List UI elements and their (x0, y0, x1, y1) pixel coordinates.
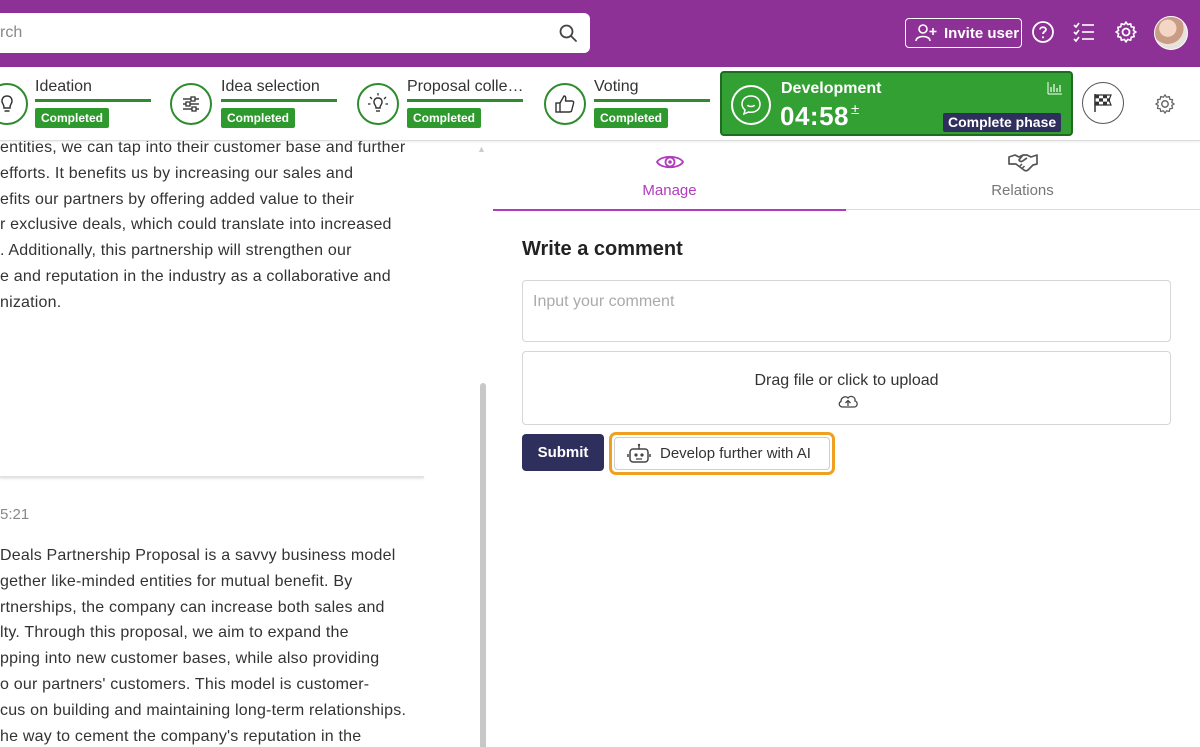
cloud-upload-icon (838, 395, 858, 408)
text-line: o our partners' customers. This model is… (0, 676, 370, 693)
complete-phase-button[interactable]: Complete phase (943, 113, 1062, 132)
text-line: he way to cement the company's reputatio… (0, 727, 362, 745)
status-badge: Completed (594, 108, 669, 128)
lightbulb-icon (357, 83, 399, 125)
stage-name: Ideation (35, 78, 92, 95)
phase-timer: 04:58 (780, 101, 849, 131)
active-phase-card[interactable]: Development 04:58 ± Complete phase (720, 71, 1073, 136)
text-line: gether like-minded entities for mutual b… (0, 572, 353, 590)
text-line: lty. Through this proposal, we aim to ex… (0, 624, 349, 642)
avatar[interactable] (1154, 16, 1188, 50)
stage-name: Voting (594, 78, 639, 95)
robot-icon (627, 443, 651, 463)
tab-label: Relations (991, 182, 1054, 199)
submit-button[interactable]: Submit (522, 434, 604, 471)
text-line: . Additionally, this partnership will st… (0, 242, 352, 260)
file-upload-dropzone[interactable]: Drag file or click to upload (522, 351, 1171, 425)
stage-progress-line (35, 99, 151, 102)
checklist-icon[interactable] (1072, 20, 1096, 44)
scroll-up-arrow[interactable]: ▲ (477, 144, 487, 154)
handshake-icon (1007, 154, 1038, 172)
stage-voting[interactable]: Voting Completed (544, 67, 714, 141)
tab-relations[interactable]: Relations (846, 141, 1199, 210)
chat-smile-icon (731, 85, 771, 125)
text-line: rtnerships, the company can increase bot… (0, 598, 385, 616)
search-input[interactable] (0, 13, 540, 53)
checkered-flag-icon (1094, 94, 1112, 112)
proposal-text-pane: entities, we can tap into their customer… (0, 141, 492, 747)
stage-progress-line (407, 99, 523, 102)
bulb-icon (0, 83, 28, 125)
text-line: cus on building and maintaining long-ter… (0, 701, 407, 719)
text-line: efits our partners by offering added val… (0, 190, 355, 208)
comment-input-box[interactable] (522, 280, 1171, 342)
top-bar: Invite user (0, 0, 1200, 67)
scrollbar-thumb[interactable] (480, 383, 486, 747)
text-line: r exclusive deals, which could translate… (0, 216, 392, 234)
status-badge: Completed (35, 108, 110, 128)
text-line: nization. (0, 293, 62, 311)
text-line: Deals Partnership Proposal is a savvy bu… (0, 547, 396, 564)
stage-progress-line (594, 99, 710, 102)
comment-input[interactable] (523, 281, 1170, 341)
stage-ideation[interactable]: Ideation Completed (0, 67, 160, 141)
search-icon[interactable] (558, 23, 578, 43)
text-line: pping into new customer bases, while als… (0, 650, 380, 668)
timestamp: 5:21 (0, 506, 30, 523)
comment-heading: Write a comment (522, 238, 683, 260)
gear-icon[interactable] (1114, 20, 1138, 44)
search-box[interactable] (0, 13, 590, 53)
tab-manage[interactable]: Manage (493, 141, 846, 211)
text-line: e and reputation in the industry as a co… (0, 268, 391, 285)
active-phase-name: Development (781, 80, 882, 97)
tab-label: Manage (642, 182, 697, 199)
text-line: efforts. It benefits us by increasing ou… (0, 164, 354, 182)
chart-icon[interactable] (1047, 81, 1063, 95)
sliders-icon (170, 83, 212, 125)
invite-user-label: Invite user (944, 24, 1020, 42)
invite-user-button[interactable]: Invite user (905, 18, 1022, 48)
text-line: entities, we can tap into their customer… (0, 141, 406, 156)
stage-proposal-collection[interactable]: Proposal colle… Completed (357, 67, 527, 141)
gear-icon[interactable] (1154, 93, 1176, 115)
develop-with-ai-button[interactable]: Develop further with AI (614, 437, 830, 470)
right-pane-tabs: Manage Relations (493, 141, 1200, 211)
thumbs-up-icon (544, 83, 586, 125)
finish-flag-button[interactable] (1082, 82, 1124, 124)
active-tab-indicator (493, 209, 846, 211)
ai-button-label: Develop further with AI (660, 445, 811, 462)
develop-with-ai-button-highlight[interactable]: Develop further with AI (609, 432, 835, 475)
status-badge: Completed (221, 108, 296, 128)
status-badge: Completed (407, 108, 482, 128)
card-divider (0, 476, 424, 478)
help-icon[interactable] (1031, 20, 1055, 44)
upload-label: Drag file or click to upload (754, 372, 939, 389)
stage-name: Idea selection (221, 78, 320, 95)
stage-idea-selection[interactable]: Idea selection Completed (170, 67, 340, 141)
stage-progress-line (221, 99, 337, 102)
user-plus-icon (915, 24, 937, 42)
phase-bar: Ideation Completed Idea selection Comple… (0, 67, 1200, 141)
eye-icon (655, 155, 684, 169)
timer-adjust-button[interactable]: ± (851, 102, 859, 117)
stage-name: Proposal colle… (407, 78, 524, 95)
